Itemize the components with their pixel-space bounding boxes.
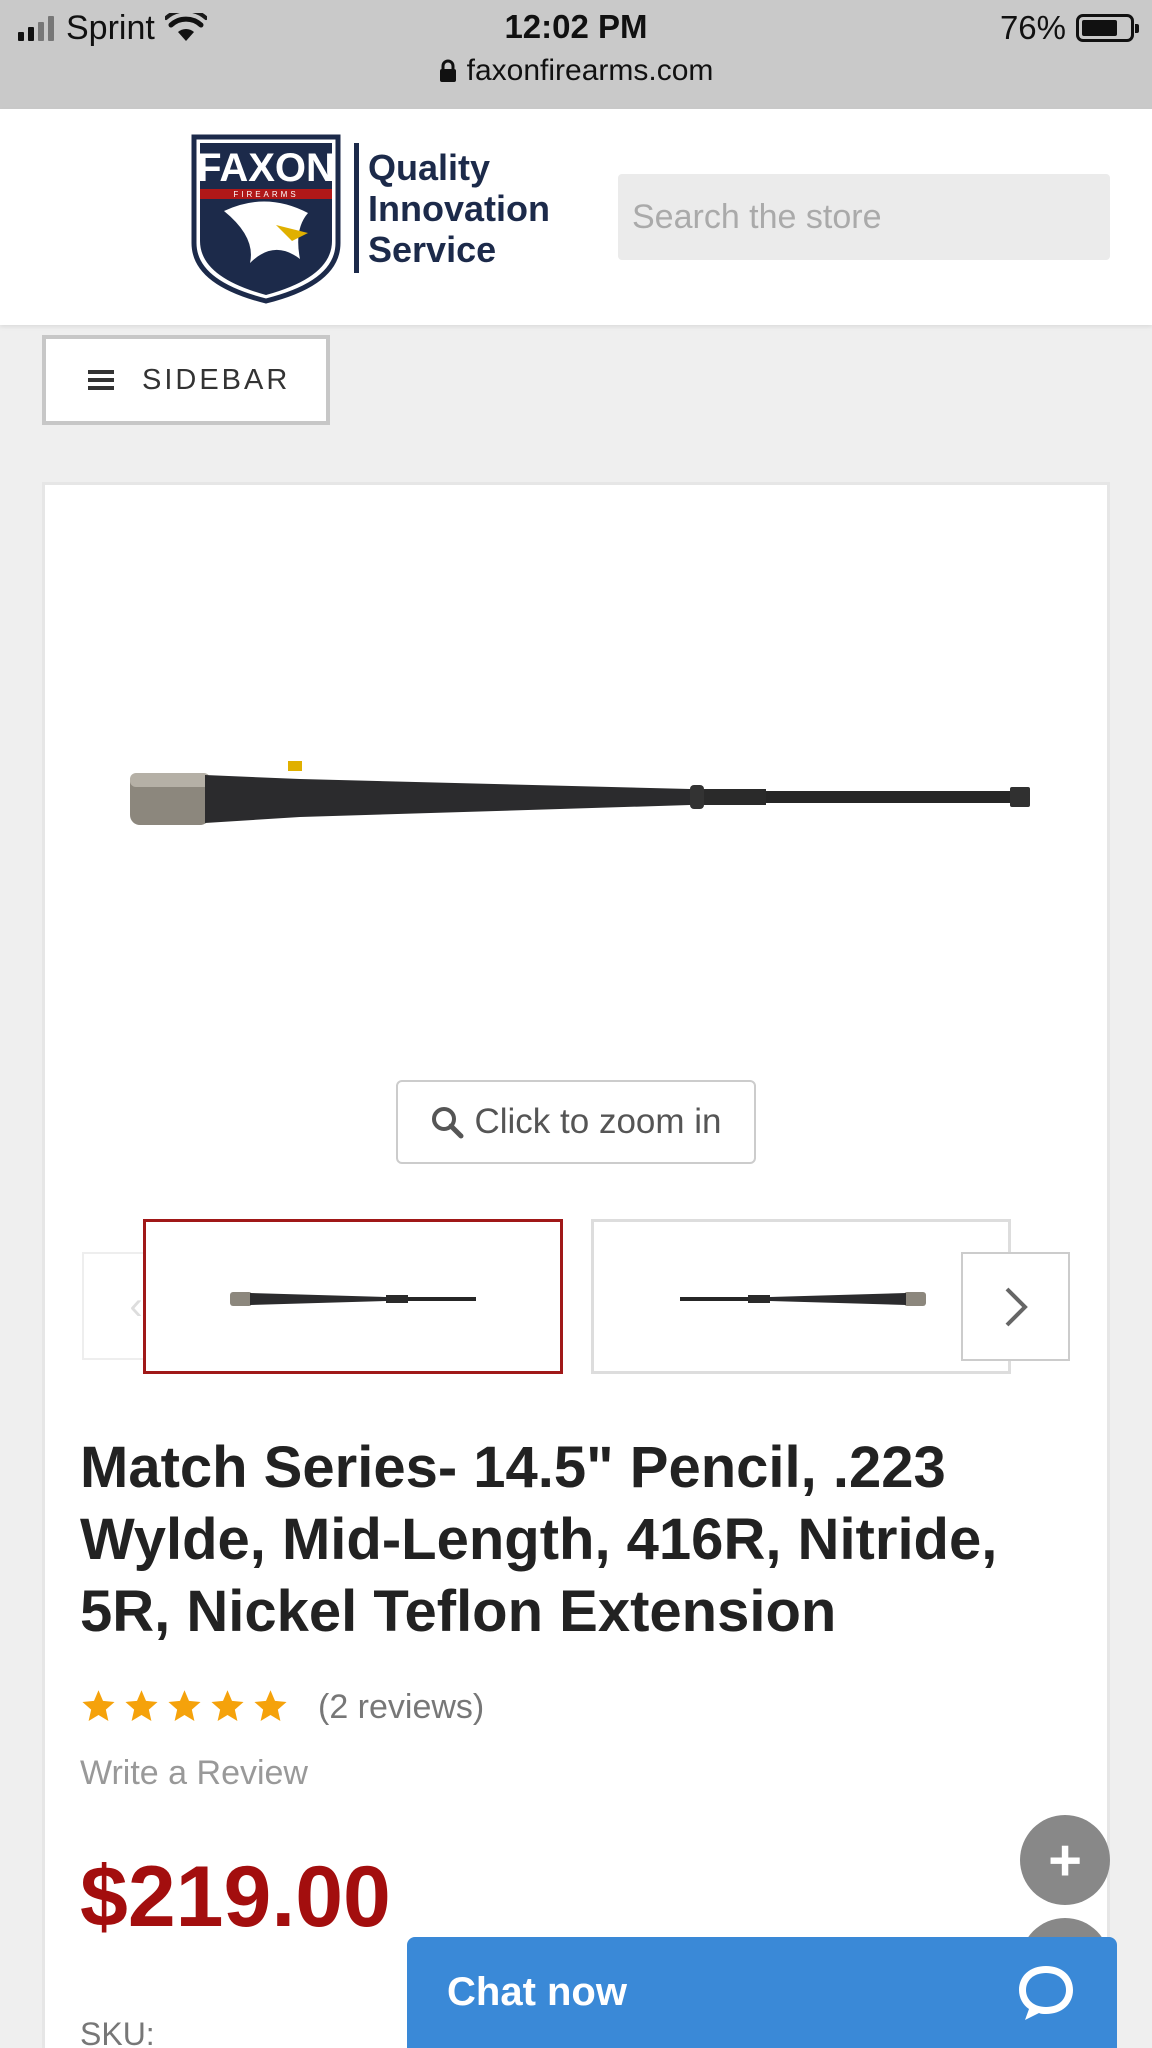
star-icon (254, 1690, 287, 1721)
rating-stars (80, 1688, 289, 1724)
chat-bubble-icon (1019, 1965, 1073, 2020)
product-price: $219.00 (80, 1849, 391, 1945)
status-time: 12:02 PM (504, 8, 648, 45)
expand-button[interactable]: + (1020, 1815, 1110, 1905)
thumbnail-next-button[interactable] (961, 1252, 1070, 1361)
chevron-left-icon: ‹ (129, 1283, 143, 1328)
product-title: Match Series- 14.5" Pencil, .223 Wylde, … (80, 1435, 998, 1644)
menu-icon (88, 370, 114, 390)
battery-percent: 76% (999, 9, 1066, 46)
reviews-count[interactable]: (2 reviews) (318, 1688, 484, 1727)
sidebar-button[interactable]: SIDEBAR (42, 335, 330, 425)
sidebar-label: SIDEBAR (142, 363, 291, 396)
sku-label: SKU: (80, 2016, 155, 2048)
url-text: faxonfirearms.com (466, 54, 714, 87)
search-icon (432, 1107, 464, 1139)
tagline-innovation: Innovation (368, 188, 550, 229)
tagline-service: Service (368, 229, 497, 270)
logo-wordmark: FAXON (197, 146, 335, 190)
lock-icon (439, 59, 456, 82)
site-header: FAXON FIREARMS Quality Innovation Servic… (0, 109, 1152, 325)
write-review-link[interactable]: Write a Review (80, 1754, 308, 1793)
plus-icon: + (1048, 1827, 1082, 1893)
chevron-right-icon (1005, 1287, 1028, 1326)
tagline: Quality Innovation Service (368, 147, 550, 270)
zoom-label: Click to zoom in (474, 1102, 722, 1141)
thumbnail-image (230, 1292, 476, 1306)
star-icon (82, 1690, 115, 1721)
thumbnail-image (680, 1292, 926, 1306)
thumbnail-2[interactable] (591, 1219, 1011, 1374)
search-input[interactable] (618, 174, 1110, 260)
battery-icon (1076, 14, 1139, 42)
url-bar[interactable]: faxonfirearms.com (0, 54, 1152, 88)
star-icon (125, 1690, 158, 1721)
logo-subtext: FIREARMS (233, 190, 298, 199)
star-icon (211, 1690, 244, 1721)
product-main-image[interactable] (90, 745, 1050, 845)
status-right: 76% (999, 8, 1139, 48)
chat-label: Chat now (447, 1970, 627, 2014)
status-bar: Sprint 12:02 PM 76% faxonfirearms.com (0, 0, 1152, 109)
zoom-button[interactable]: Click to zoom in (396, 1080, 756, 1164)
thumbnail-1[interactable] (143, 1219, 563, 1374)
star-icon (168, 1690, 201, 1721)
chat-now-button[interactable]: Chat now (407, 1937, 1117, 2048)
tagline-quality: Quality (368, 147, 491, 188)
